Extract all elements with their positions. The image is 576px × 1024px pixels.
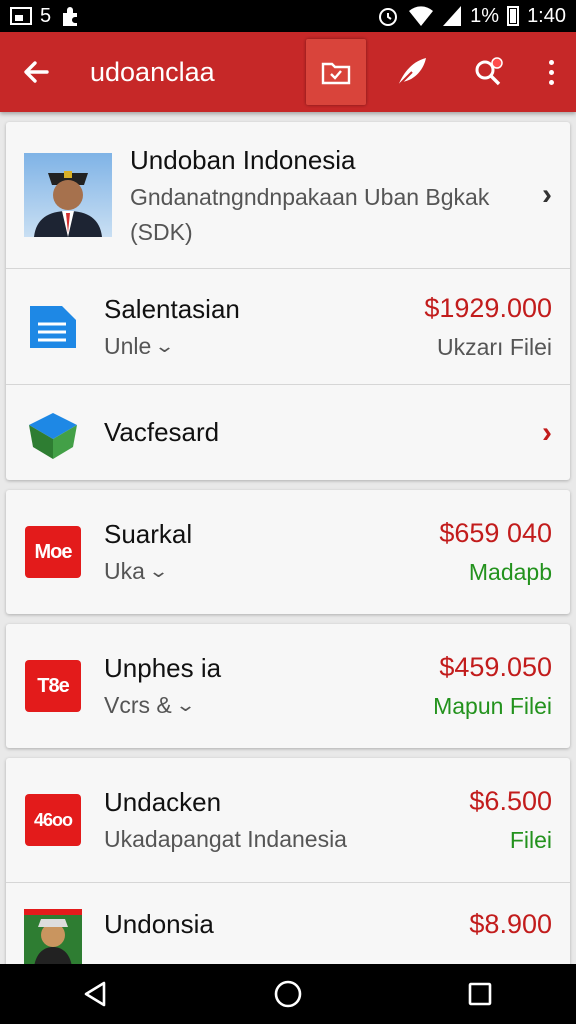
- nav-back-button[interactable]: [66, 964, 126, 1024]
- item-price: $659 040: [439, 518, 552, 548]
- box-icon: [24, 404, 82, 462]
- list-item[interactable]: T8e Unphes ia Vcrs & ⌄ $459.050 Mapun Fil…: [6, 624, 570, 748]
- clock: 1:40: [527, 4, 566, 27]
- profile-name: Undoban Indonesia: [130, 144, 356, 175]
- avatar: [24, 153, 112, 237]
- item-price: $459.050: [439, 652, 552, 682]
- nav-home-button[interactable]: [258, 964, 318, 1024]
- chevron-down-icon: ⌄: [154, 335, 176, 356]
- item-name: Unphes ia: [104, 653, 222, 683]
- circle-home-icon: [274, 980, 302, 1008]
- notification-count: 5: [40, 4, 52, 27]
- list-card: 46oo Undacken Ukadapangat Indanesia $6.5…: [6, 758, 570, 964]
- content-list: Undoban Indonesia Gndanatngndnpakaan Uba…: [0, 112, 576, 964]
- battery-percent: 1%: [470, 4, 500, 27]
- share-button[interactable]: [458, 39, 518, 105]
- 46oo-logo: 46oo: [25, 794, 81, 846]
- list-item[interactable]: Vacfesard ›: [6, 384, 570, 480]
- item-tag: Madapb: [468, 559, 552, 585]
- list-item[interactable]: Salentasian Unle ⌄ $1929.000 Ukzarı Filei: [6, 268, 570, 384]
- alarm-icon: [379, 8, 398, 26]
- item-name: Salentasian: [104, 293, 240, 324]
- item-sub: Ukadapangat Indanesia: [104, 826, 347, 852]
- account-card: Undoban Indonesia Gndanatngndnpakaan Uba…: [6, 122, 570, 480]
- triangle-back-icon: [84, 981, 106, 1007]
- item-price: $8.900: [469, 909, 552, 939]
- folder-icon: [321, 62, 351, 85]
- item-tag: Filei: [509, 827, 552, 853]
- status-bar: 5 1% 1:40: [0, 0, 576, 32]
- battery-icon: [507, 6, 520, 26]
- list-item[interactable]: Moe Suarkal Uka ⌄ $659 040 Madapb: [6, 490, 570, 614]
- app-bar: udoanclaa: [0, 32, 576, 112]
- item-tag: Ukzarı Filei: [436, 333, 552, 360]
- chevron-down-icon: ⌄: [174, 695, 196, 715]
- share-icon: [475, 57, 503, 86]
- chevron-right-icon: ›: [542, 415, 552, 449]
- arrow-left-icon: [24, 61, 49, 83]
- profile-code: (SDK): [130, 218, 193, 245]
- item-name: Undacken: [104, 787, 222, 817]
- document-icon: [24, 298, 82, 356]
- item-name: Undonsia: [104, 909, 214, 939]
- navigation-bar: [0, 964, 576, 1024]
- back-button[interactable]: [0, 32, 72, 112]
- moe-logo: Moe: [25, 526, 81, 578]
- nav-recents-button[interactable]: [450, 964, 510, 1024]
- more-vert-icon[interactable]: [526, 59, 576, 85]
- item-name: Vacfesard: [104, 417, 220, 447]
- profile-subtitle: Gndanatngndnpakaan Uban Bgkak: [130, 183, 490, 210]
- item-name: Suarkal: [104, 519, 193, 549]
- item-tag: Mapun Filei: [433, 693, 552, 719]
- item-sub[interactable]: Unle ⌄: [104, 333, 424, 360]
- edit-button[interactable]: [382, 39, 442, 105]
- item-price: $6.500: [469, 786, 552, 816]
- chevron-right-icon: ›: [542, 178, 552, 211]
- gallery-notification-icon: [10, 7, 32, 25]
- item-sub-label: Vcrs &: [104, 692, 172, 718]
- square-recents-icon: [468, 982, 492, 1006]
- item-sub-label: Unle: [104, 332, 152, 359]
- list-item[interactable]: Undonsia $8.900: [6, 882, 570, 964]
- item-price: $1929.000: [424, 292, 552, 323]
- item-sub-label: Uka: [104, 558, 145, 584]
- chevron-down-icon: ⌄: [147, 561, 170, 581]
- folder-button[interactable]: [306, 39, 366, 105]
- item-sub[interactable]: Vcrs & ⌄: [104, 692, 433, 719]
- signal-icon: [443, 6, 462, 26]
- list-card: T8e Unphes ia Vcrs & ⌄ $459.050 Mapun Fil…: [6, 624, 570, 748]
- t8e-logo: T8e: [25, 660, 81, 712]
- puzzle-notification-icon: [63, 7, 78, 26]
- profile-row[interactable]: Undoban Indonesia Gndanatngndnpakaan Uba…: [6, 122, 570, 268]
- feather-icon: [397, 58, 426, 87]
- list-item[interactable]: 46oo Undacken Ukadapangat Indanesia $6.5…: [6, 758, 570, 882]
- list-card: Moe Suarkal Uka ⌄ $659 040 Madapb: [6, 490, 570, 614]
- item-thumbnail: [24, 909, 82, 964]
- wifi-icon: [409, 6, 434, 26]
- page-title: udoanclaa: [90, 56, 215, 87]
- item-sub[interactable]: Uka ⌄: [104, 558, 439, 585]
